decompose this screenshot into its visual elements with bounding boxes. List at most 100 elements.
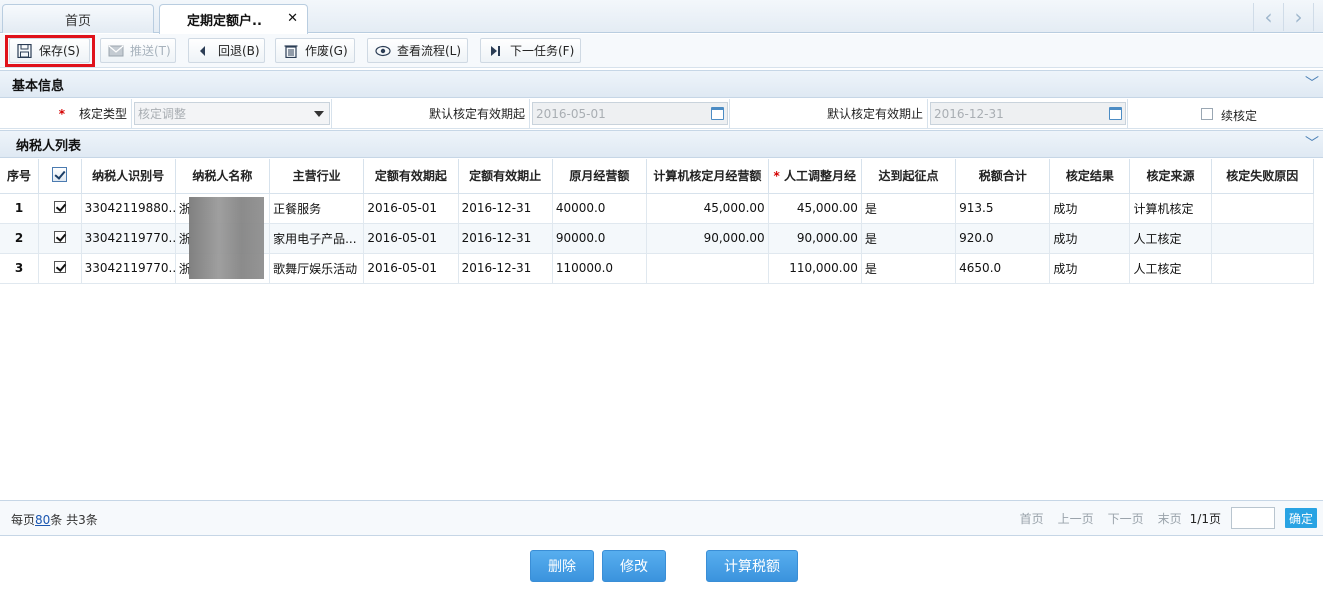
row-quota-start: 2016-05-01: [363, 253, 459, 284]
row-source: 人工核定: [1129, 223, 1212, 254]
continue-checkbox[interactable]: [1201, 107, 1213, 120]
view-flow-button[interactable]: 查看流程(L): [367, 38, 468, 63]
next-task-label: 下一任务(F): [510, 44, 575, 58]
tab-bar: 首页 定期定额户.. ✕ ‹ ›: [0, 0, 1323, 34]
modify-button[interactable]: 修改: [602, 550, 666, 582]
row-quota-end: 2016-12-31: [458, 253, 553, 284]
calculate-tax-button[interactable]: 计算税额: [706, 550, 798, 582]
row-checkbox[interactable]: [53, 230, 66, 243]
row-manual-revenue[interactable]: 90,000.00: [768, 223, 862, 254]
col-header-quota-end[interactable]: 定额有效期止: [458, 159, 553, 194]
row-tax-total: 4650.0: [955, 253, 1051, 284]
push-label: 推送(T): [130, 44, 171, 58]
row-index: 1: [0, 193, 39, 224]
per-page-link[interactable]: 80: [35, 513, 50, 527]
row-manual-revenue[interactable]: 45,000.00: [768, 193, 862, 224]
pager: 每页80条 共3条 首页 上一页 下一页 末页 1/1页 确定: [0, 500, 1323, 536]
row-result: 成功: [1049, 193, 1131, 224]
last-page-link[interactable]: 末页: [1158, 510, 1182, 527]
redacted-name-overlay: [189, 197, 264, 279]
end-label-cell: 默认核定有效期止: [730, 99, 928, 128]
row-taxpayer-id: 33042119880...: [81, 193, 176, 224]
push-button[interactable]: 推送(T): [100, 38, 176, 63]
row-threshold: 是: [861, 253, 957, 284]
col-header-index[interactable]: 序号: [0, 159, 39, 194]
row-orig-revenue: 90000.0: [552, 223, 648, 254]
row-manual-revenue[interactable]: 110,000.00: [768, 253, 862, 284]
chevron-right-icon[interactable]: ›: [1283, 3, 1313, 31]
col-header-tax-total[interactable]: 税额合计: [955, 159, 1051, 194]
row-source: 人工核定: [1129, 253, 1212, 284]
arrow-left-icon: [196, 44, 212, 58]
tab-home-label: 首页: [64, 13, 91, 29]
col-header-fail-reason[interactable]: 核定失败原因: [1211, 159, 1315, 194]
end-date-value: 2016-12-31: [934, 106, 1004, 121]
required-marker: *: [58, 106, 65, 121]
back-button[interactable]: 回退(B): [188, 38, 265, 63]
basic-info-form: * 核定类型 核定调整 默认核定有效期起 2016-05-01 默认核定有效期止…: [0, 99, 1323, 129]
page-info: 1/1页: [1189, 511, 1221, 526]
col-header-orig-revenue[interactable]: 原月经营额: [552, 159, 648, 194]
col-header-manual-revenue[interactable]: * 人工调整月经: [768, 159, 862, 194]
col-header-select-all[interactable]: [38, 159, 82, 194]
tab-fixed-quota[interactable]: 定期定额户.. ✕: [159, 4, 308, 34]
type-select[interactable]: 核定调整: [134, 102, 330, 125]
void-label: 作废(G): [305, 44, 348, 58]
row-industry: 歌舞厅娱乐活动: [269, 253, 365, 284]
row-fail-reason: [1211, 253, 1315, 284]
taxpayer-list-header[interactable]: 纳税人列表 ﹀: [0, 130, 1323, 158]
first-page-link[interactable]: 首页: [1020, 510, 1044, 527]
chevron-down-icon[interactable]: ﹀: [1305, 133, 1319, 153]
row-tax-total: 913.5: [955, 193, 1051, 224]
close-icon[interactable]: ✕: [287, 11, 298, 26]
col-header-source[interactable]: 核定来源: [1129, 159, 1212, 194]
row-checkbox[interactable]: [53, 200, 66, 213]
end-date-cell: 2016-12-31: [928, 99, 1128, 128]
select-all-checkbox[interactable]: [52, 166, 68, 182]
basic-info-title: 基本信息: [12, 78, 65, 94]
col-header-taxpayer-id[interactable]: 纳税人识别号: [81, 159, 176, 194]
start-date-value: 2016-05-01: [536, 106, 606, 121]
row-fail-reason: [1211, 193, 1315, 224]
row-checkbox-cell: [38, 193, 82, 224]
prev-page-link[interactable]: 上一页: [1058, 510, 1094, 527]
save-highlight-box: [5, 35, 95, 67]
start-date-input[interactable]: 2016-05-01: [532, 102, 728, 125]
mail-icon: [108, 44, 124, 58]
row-computer-revenue: 45,000.00: [646, 193, 769, 224]
col-header-threshold[interactable]: 达到起征点: [861, 159, 957, 194]
start-label-cell: 默认核定有效期起: [332, 99, 530, 128]
col-header-computer-revenue[interactable]: 计算机核定月经营额: [646, 159, 769, 194]
page-number-input[interactable]: [1230, 507, 1275, 529]
row-taxpayer-id: 33042119770...: [81, 253, 176, 284]
row-index: 2: [0, 223, 39, 254]
tab-home[interactable]: 首页: [2, 4, 154, 33]
end-date-input[interactable]: 2016-12-31: [930, 102, 1126, 125]
col-header-taxpayer-name[interactable]: 纳税人名称: [175, 159, 271, 194]
col-header-manual-revenue-label: 人工调整月经: [784, 169, 857, 184]
start-date-cell: 2016-05-01: [530, 99, 730, 128]
basic-info-header[interactable]: 基本信息 ﹀: [0, 70, 1323, 98]
col-header-quota-start[interactable]: 定额有效期起: [363, 159, 459, 194]
row-threshold: 是: [861, 223, 957, 254]
back-label: 回退(B): [218, 44, 260, 58]
row-computer-revenue: 90,000.00: [646, 223, 769, 254]
go-page-button[interactable]: 确定: [1284, 508, 1317, 528]
calendar-icon[interactable]: [711, 107, 724, 120]
next-task-button[interactable]: 下一任务(F): [480, 38, 581, 63]
delete-button[interactable]: 删除: [530, 550, 594, 582]
col-header-industry[interactable]: 主营行业: [269, 159, 365, 194]
next-page-link[interactable]: 下一页: [1108, 510, 1144, 527]
calendar-icon[interactable]: [1109, 107, 1122, 120]
row-threshold: 是: [861, 193, 957, 224]
row-checkbox[interactable]: [53, 260, 66, 273]
void-button[interactable]: 作废(G): [275, 38, 355, 63]
toolbar: 保存(S) 推送(T) 回退(B) 作废(G) 查看流程(L) 下一任务(F): [0, 34, 1323, 68]
row-result: 成功: [1049, 253, 1131, 284]
row-quota-start: 2016-05-01: [363, 223, 459, 254]
col-header-result[interactable]: 核定结果: [1049, 159, 1131, 194]
tab-scroll-divider: [1313, 3, 1323, 31]
row-checkbox-cell: [38, 253, 82, 284]
chevron-down-icon[interactable]: ﹀: [1305, 73, 1319, 93]
chevron-left-icon[interactable]: ‹: [1253, 3, 1283, 31]
